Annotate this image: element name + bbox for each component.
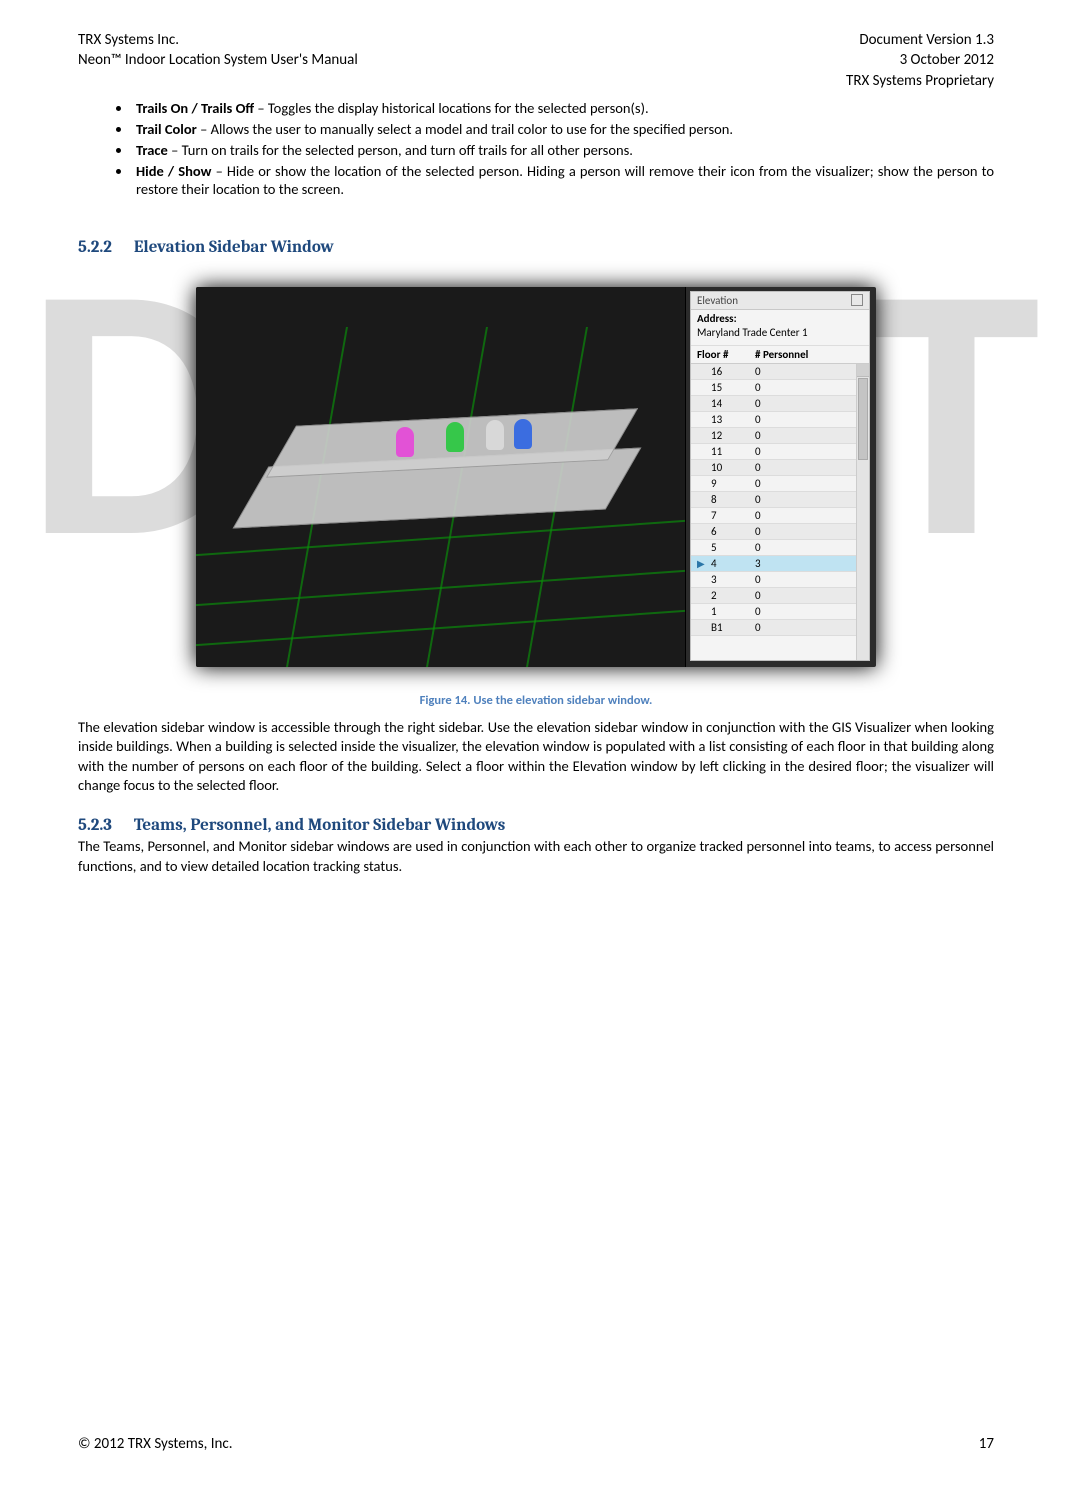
header-product: Neon™ Indoor Location System User's Manu… [78,50,358,70]
bullet-trail-color: Trail Color – Allows the user to manuall… [132,120,994,138]
scrollbar[interactable] [856,364,869,660]
elevation-row[interactable]: 50 [691,540,857,556]
feature-bullets: Trails On / Trails Off – Toggles the dis… [78,99,994,198]
footer-copyright: © 2012 TRX Systems, Inc. [78,1435,233,1453]
elevation-row[interactable]: 160 [691,364,857,380]
bullet-trails: Trails On / Trails Off – Toggles the dis… [132,99,994,117]
page-header: TRX Systems Inc. Neon™ Indoor Location S… [78,30,994,91]
elevation-row[interactable]: 10 [691,604,857,620]
person-icon [396,427,414,457]
scroll-thumb[interactable] [858,378,868,460]
elevation-row[interactable]: 30 [691,572,857,588]
elevation-panel-title: Elevation [691,292,869,310]
elevation-row[interactable]: B10 [691,620,857,636]
heading-5-2-2: 5.2.2Elevation Sidebar Window [78,238,994,257]
paragraph-5-2-3: The Teams, Personnel, and Monitor sideba… [78,837,994,876]
bullet-hide-show: Hide / Show – Hide or show the location … [132,162,994,198]
elevation-row[interactable]: 140 [691,396,857,412]
elevation-row[interactable]: 60 [691,524,857,540]
elevation-row[interactable]: 150 [691,380,857,396]
elevation-address: Address: Maryland Trade Center 1 [691,310,869,347]
maximize-icon[interactable] [851,294,863,306]
elevation-row[interactable]: 20 [691,588,857,604]
scroll-up-icon[interactable] [857,364,869,377]
page-footer: © 2012 TRX Systems, Inc. 17 [78,1435,994,1453]
figure-14: Elevation Address: Maryland Trade Center… [196,287,876,708]
elevation-columns: Floor # # Personnel [691,346,869,364]
elevation-row[interactable]: 110 [691,444,857,460]
heading-5-2-3: 5.2.3Teams, Personnel, and Monitor Sideb… [78,816,994,835]
elevation-row[interactable]: 80 [691,492,857,508]
elevation-row[interactable]: 100 [691,460,857,476]
header-company: TRX Systems Inc. [78,30,358,50]
footer-page-number: 17 [979,1435,994,1453]
elevation-row[interactable]: 130 [691,412,857,428]
elevation-row[interactable]: 120 [691,428,857,444]
header-proprietary: TRX Systems Proprietary [846,71,994,91]
elevation-rows[interactable]: 1601501401301201101009080706050▶43302010… [691,364,857,636]
elevation-row[interactable]: ▶43 [691,556,857,572]
bullet-trace: Trace – Turn on trails for the selected … [132,141,994,159]
elevation-panel[interactable]: Elevation Address: Maryland Trade Center… [690,291,870,661]
figure-14-image: Elevation Address: Maryland Trade Center… [196,287,876,667]
figure-14-caption: Figure 14. Use the elevation sidebar win… [196,693,876,708]
person-icon [486,420,504,450]
person-icon [514,419,532,449]
header-date: 3 October 2012 [846,50,994,70]
paragraph-5-2-2: The elevation sidebar window is accessib… [78,718,994,796]
header-docver: Document Version 1.3 [846,30,994,50]
visualizer-scene [196,287,686,667]
person-icon [446,422,464,452]
elevation-row[interactable]: 90 [691,476,857,492]
elevation-row[interactable]: 70 [691,508,857,524]
